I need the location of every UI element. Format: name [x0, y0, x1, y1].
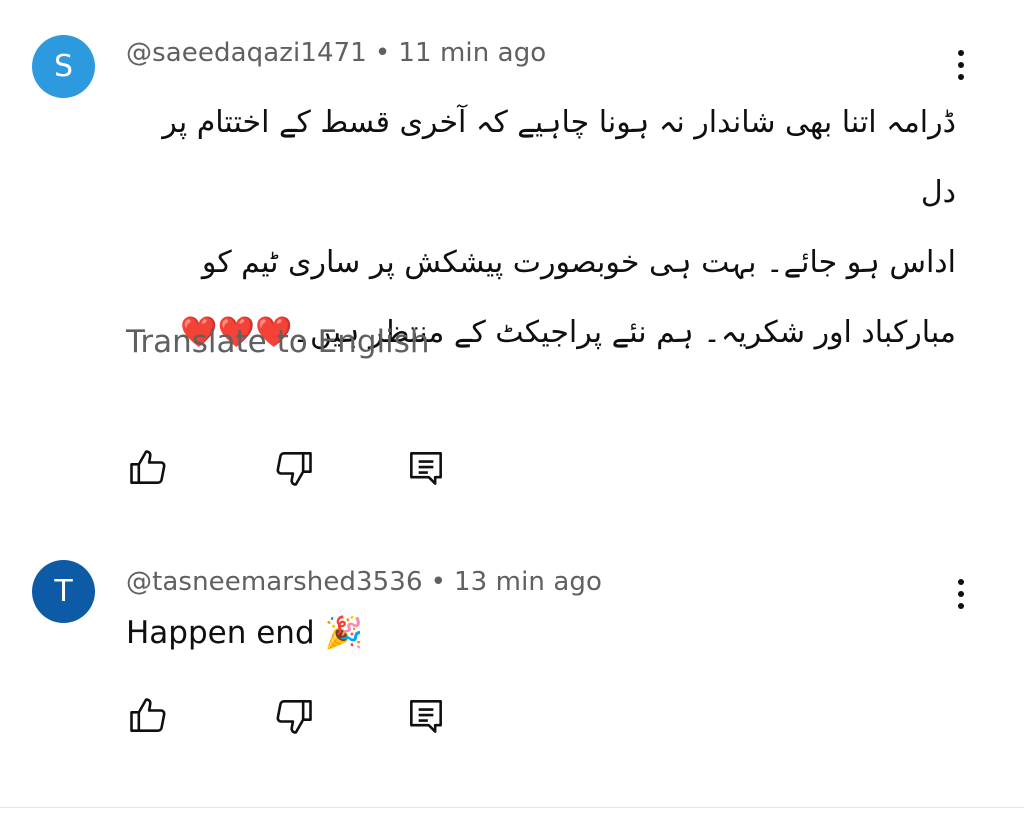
divider — [0, 807, 1024, 808]
avatar[interactable]: S — [32, 35, 95, 98]
avatar[interactable]: T — [32, 560, 95, 623]
meta-separator: • — [430, 567, 447, 597]
comment-text-line-2: اداس ہو جائے۔ بہت ہی خوبصورت پیشکش پر سا… — [201, 245, 956, 280]
comment-1: S @saeedaqazi1471 • 11 min ago ڈرامہ اتنا … — [0, 0, 1024, 540]
comment-actions — [126, 694, 456, 742]
more-vert-icon[interactable] — [946, 574, 976, 614]
avatar-letter: T — [54, 574, 73, 609]
comment-meta: @tasneemarshed3536 • 13 min ago — [126, 567, 602, 597]
comment-text-line-1: ڈرامہ اتنا بھی شاندار نہ ہونا چاہیے کہ آ… — [162, 105, 956, 210]
reply-icon[interactable] — [404, 694, 448, 738]
comment-time: 11 min ago — [398, 38, 547, 68]
thumbs-down-icon[interactable] — [272, 446, 316, 490]
comment-text: Happen end 🎉 — [126, 615, 364, 651]
author-name[interactable]: @saeedaqazi1471 — [126, 38, 367, 68]
comment-time: 13 min ago — [454, 567, 603, 597]
comment-actions — [126, 446, 456, 494]
thumbs-down-icon[interactable] — [272, 694, 316, 738]
reply-icon[interactable] — [404, 446, 448, 490]
thumbs-up-icon[interactable] — [126, 446, 170, 490]
author-name[interactable]: @tasneemarshed3536 — [126, 567, 423, 597]
comment-meta: @saeedaqazi1471 • 11 min ago — [126, 38, 546, 68]
translate-button[interactable]: Translate to English — [126, 324, 430, 360]
avatar-letter: S — [53, 49, 74, 84]
thumbs-up-icon[interactable] — [126, 694, 170, 738]
more-vert-icon[interactable] — [946, 45, 976, 85]
comment-2: T @tasneemarshed3536 • 13 min ago Happen e… — [0, 550, 1024, 780]
meta-separator: • — [374, 38, 391, 68]
